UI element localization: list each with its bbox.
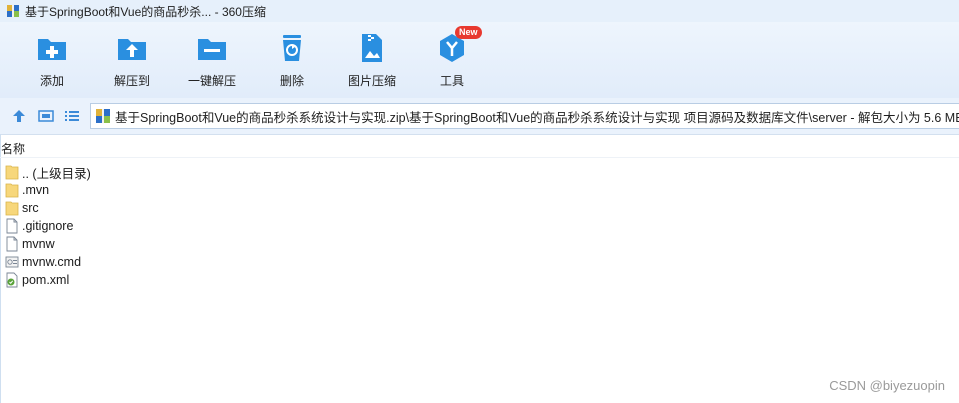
toolbar: 添加 解压到 一键解压 删除 图片压缩 New 工具 [0,22,959,98]
image-compress-label: 图片压缩 [347,74,396,88]
xml-file-icon [6,272,18,288]
file-name: mvnw.cmd [22,255,82,269]
add-button[interactable]: 添加 [17,32,87,96]
file-list: .. (上级目录) .mvn src .gitignore mvnw mvnw.… [0,163,91,289]
file-name: mvnw [22,237,55,251]
list-item-folder[interactable]: .mvn [0,181,91,199]
add-icon [38,39,66,60]
file-name: pom.xml [22,273,70,287]
folder-icon [5,165,19,180]
blank-file-icon [6,218,18,234]
list-item-file[interactable]: mvnw [0,235,91,253]
folder-icon [5,183,19,198]
extract-to-icon [118,39,146,60]
cmd-file-icon [5,256,19,268]
tools-button[interactable]: New 工具 [417,26,487,96]
file-name: .gitignore [22,219,74,233]
extract-to-button[interactable]: 解压到 [97,32,167,96]
blank-file-icon [6,236,18,252]
address-bar: 基于SpringBoot和Vue的商品秒杀系统设计与实现.zip\基于Sprin… [0,98,959,135]
zip-file-icon [96,109,110,123]
delete-icon [283,35,301,61]
list-item-folder[interactable]: src [0,199,91,217]
delete-label: 删除 [279,74,304,88]
delete-button[interactable]: 删除 [257,32,327,96]
list-view-icon[interactable] [64,108,80,124]
archive-app-icon [7,5,19,17]
file-name: .. (上级目录) [22,166,91,181]
list-item-file[interactable]: mvnw.cmd [0,253,91,271]
image-compress-button[interactable]: 图片压缩 [337,32,407,96]
watermark: CSDN @biyezuopin [829,378,945,393]
window-title: 基于SpringBoot和Vue的商品秒杀... - 360压缩 [25,4,266,19]
up-arrow-icon[interactable] [11,108,27,124]
list-item-file[interactable]: pom.xml [0,271,91,289]
column-name-header[interactable]: 名称 [1,140,25,157]
one-click-extract-label: 一键解压 [187,74,236,88]
folder-icon [5,201,19,216]
title-bar: 基于SpringBoot和Vue的商品秒杀... - 360压缩 [0,0,959,22]
address-path-text: 基于SpringBoot和Vue的商品秒杀系统设计与实现.zip\基于Sprin… [115,110,959,125]
one-click-extract-button[interactable]: 一键解压 [177,32,247,96]
add-label: 添加 [39,74,64,88]
new-badge: New [455,26,482,39]
one-click-extract-icon [198,39,226,60]
address-path-field[interactable]: 基于SpringBoot和Vue的商品秒杀系统设计与实现.zip\基于Sprin… [90,103,959,129]
list-item-file[interactable]: .gitignore [0,217,91,235]
file-name: .mvn [22,183,50,197]
thumbnail-view-icon[interactable] [38,108,54,124]
list-header[interactable]: 名称 [0,139,959,158]
list-item-parent-dir[interactable]: .. (上级目录) [0,163,91,181]
image-compress-icon [362,34,382,62]
extract-to-label: 解压到 [113,74,150,88]
file-name: src [22,201,39,215]
tools-label: 工具 [439,74,464,88]
